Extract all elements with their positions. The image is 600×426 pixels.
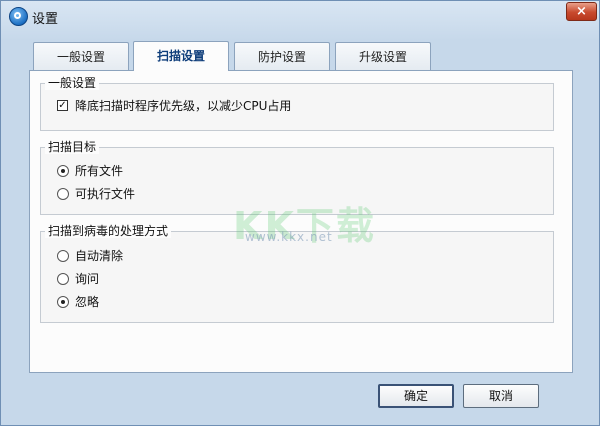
- scan-target-title: 扫描目标: [45, 140, 100, 154]
- general-settings-title: 一般设置: [45, 76, 100, 90]
- tab-update[interactable]: 升级设置: [335, 42, 431, 70]
- cancel-button[interactable]: 取消: [463, 384, 539, 408]
- ok-button[interactable]: 确定: [378, 384, 454, 408]
- low-priority-checkbox[interactable]: ✓: [57, 100, 68, 111]
- general-settings-group: 一般设置 ✓ 降底扫描时程序优先级，以减少CPU占用: [40, 76, 554, 131]
- virus-action-title: 扫描到病毒的处理方式: [45, 224, 172, 238]
- close-button[interactable]: ×: [566, 2, 597, 21]
- scan-all-files-radio[interactable]: [57, 165, 69, 177]
- ask-label: 询问: [75, 272, 100, 286]
- tab-protection[interactable]: 防护设置: [234, 42, 330, 70]
- settings-window: 设置 × 一般设置 扫描设置 防护设置 升级设置 一般设置 ✓ 降底扫描时程序优…: [0, 0, 600, 426]
- scan-all-files-label: 所有文件: [75, 164, 124, 178]
- ask-radio[interactable]: [57, 273, 69, 285]
- scan-executables-radio[interactable]: [57, 188, 69, 200]
- close-icon: ×: [576, 4, 587, 19]
- auto-clean-label: 自动清除: [75, 249, 124, 263]
- tab-scan[interactable]: 扫描设置: [133, 41, 229, 71]
- window-title: 设置: [32, 12, 59, 27]
- ignore-label: 忽略: [75, 295, 100, 309]
- check-icon: ✓: [58, 100, 67, 111]
- title-bar: 设置 ×: [1, 1, 599, 31]
- ignore-radio[interactable]: [57, 296, 69, 308]
- scan-executables-label: 可执行文件: [75, 187, 136, 201]
- low-priority-label: 降底扫描时程序优先级，以减少CPU占用: [75, 99, 292, 113]
- tab-general[interactable]: 一般设置: [33, 42, 129, 70]
- watermark-url: www.kkx.net: [245, 230, 333, 244]
- app-icon: [9, 7, 28, 26]
- auto-clean-radio[interactable]: [57, 250, 69, 262]
